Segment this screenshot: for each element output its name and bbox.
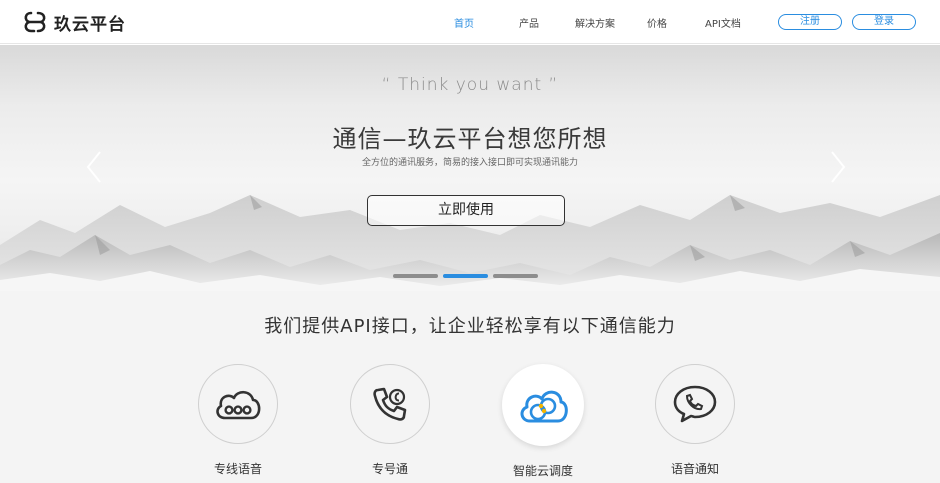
start-now-button[interactable]: 立即使用	[367, 195, 565, 226]
service-label: 专号通	[371, 462, 408, 476]
logo-icon	[24, 11, 46, 33]
services-title: 我们提供API接口，让企业轻松享有以下通信能力	[264, 316, 676, 337]
chevron-right-icon[interactable]	[828, 150, 848, 184]
service-item-dedicated-voice[interactable]: 专线语音	[183, 364, 293, 477]
hero-tagline: “ Think you want ”	[381, 75, 559, 95]
chevron-left-icon[interactable]	[84, 150, 104, 184]
service-circle[interactable]	[198, 364, 278, 444]
cloud-voice-icon	[216, 390, 261, 420]
cloud-schedule-icon	[520, 390, 568, 423]
service-item-smart-cloud-scheduling[interactable]: 智能云调度	[488, 364, 598, 479]
logo[interactable]: 玖云平台	[22, 10, 126, 35]
nav-item-home[interactable]: 首页	[454, 15, 474, 30]
login-button[interactable]: 登录	[852, 14, 916, 30]
nav-item-pricing[interactable]: 价格	[647, 15, 667, 30]
hero-title: 通信—玖云平台想您所想	[332, 125, 608, 153]
service-circle[interactable]	[655, 364, 735, 444]
carousel-dot-2[interactable]	[443, 274, 488, 278]
service-label: 专线语音	[213, 462, 262, 476]
service-label: 智能云调度	[512, 464, 573, 478]
services-section: 我们提供API接口，让企业轻松享有以下通信能力 专线语音 专号通 智能云调度 语…	[0, 291, 940, 483]
service-circle[interactable]	[350, 364, 430, 444]
service-circle[interactable]	[502, 364, 584, 446]
brand-name: 玖云平台	[54, 14, 126, 35]
hero-banner: “ Think you want ” 通信—玖云平台想您所想 全方位的通讯服务，…	[0, 45, 940, 291]
carousel-dot-1[interactable]	[393, 274, 438, 278]
hero-subtitle: 全方位的通讯服务，简易的接入接口即可实现通讯能力	[361, 158, 578, 168]
service-item-dedicated-number[interactable]: 专号通	[335, 364, 445, 477]
nav-item-products[interactable]: 产品	[519, 15, 539, 30]
carousel-dot-3[interactable]	[493, 274, 538, 278]
nav-item-api-docs[interactable]: API文档	[705, 15, 741, 30]
nav-item-solutions[interactable]: 解决方案	[575, 15, 615, 30]
chat-bubble-icon	[673, 385, 717, 423]
phone-icon	[373, 387, 407, 421]
service-label: 语音通知	[670, 462, 719, 476]
register-button[interactable]: 注册	[778, 14, 842, 30]
top-navbar: 玖云平台 首页 产品 解决方案 价格 API文档 注册 登录	[0, 0, 940, 44]
service-item-voice-notification[interactable]: 语音通知	[640, 364, 750, 477]
